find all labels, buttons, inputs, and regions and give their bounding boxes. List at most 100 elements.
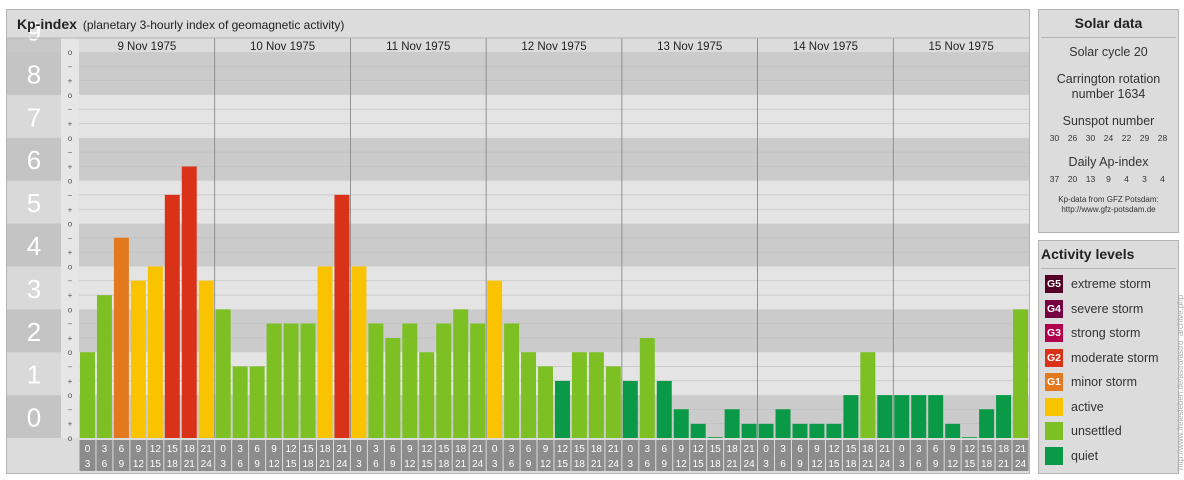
interval-start-label: 21 xyxy=(879,444,891,455)
ap-value: 37 xyxy=(1049,174,1060,184)
level-label: extreme storm xyxy=(1071,277,1151,292)
interval-end-label: 3 xyxy=(763,459,769,470)
level-swatch: G5 xyxy=(1045,275,1063,294)
level-swatch: G2 xyxy=(1045,348,1063,367)
kp-bar xyxy=(894,395,910,438)
interval-end-label: 24 xyxy=(201,459,213,470)
interval-start-label: 6 xyxy=(119,444,125,455)
kp-band xyxy=(79,180,1029,224)
carrington-line1: Carrington rotation xyxy=(1056,72,1161,86)
kp-bar xyxy=(419,352,435,438)
interval-start-label: 6 xyxy=(526,444,532,455)
y-minor-label: − xyxy=(68,62,73,71)
source-line2: http://www.gfz-potsdam.de xyxy=(1061,205,1156,214)
level-swatch xyxy=(1045,446,1063,465)
kp-bar xyxy=(334,194,350,438)
ap-values: 37 20 13 9 4 3 4 xyxy=(1039,174,1178,184)
kp-bar xyxy=(368,323,384,438)
kp-bar xyxy=(911,395,927,438)
interval-end-label: 21 xyxy=(862,459,874,470)
y-minor-label: + xyxy=(68,334,73,343)
y-minor-label: − xyxy=(68,105,73,114)
day-label: 13 Nov 1975 xyxy=(657,41,722,53)
interval-end-label: 3 xyxy=(899,459,905,470)
level-swatch: G1 xyxy=(1045,373,1063,392)
y-minor-label: o xyxy=(68,434,73,443)
ap-value: 4 xyxy=(1124,174,1129,184)
kp-bar xyxy=(300,323,316,438)
y-minor-label: − xyxy=(68,320,73,329)
interval-end-label: 9 xyxy=(390,459,396,470)
activity-levels-title: Activity levels xyxy=(1041,241,1176,269)
y-minor-label: o xyxy=(68,177,73,186)
interval-end-label: 18 xyxy=(167,459,179,470)
interval-start-label: 15 xyxy=(438,444,450,455)
kp-bar xyxy=(504,323,520,438)
interval-end-label: 12 xyxy=(947,459,959,470)
level-label: unsettled xyxy=(1071,424,1122,439)
kp-bar xyxy=(521,352,537,438)
interval-start-label: 9 xyxy=(543,444,549,455)
kp-chart: 0123456789o+−o+−o+−o+−o+−o+−o+−o+−o+−o 9 … xyxy=(7,17,1029,471)
level-severe-storm: G4 severe storm xyxy=(1039,297,1178,322)
interval-start-label: 0 xyxy=(899,444,905,455)
interval-start-label: 3 xyxy=(916,444,922,455)
interval-start-label: 0 xyxy=(356,444,362,455)
interval-end-label: 15 xyxy=(828,459,840,470)
level-swatch xyxy=(1045,397,1063,416)
interval-start-label: 12 xyxy=(828,444,840,455)
interval-start-label: 0 xyxy=(763,444,769,455)
level-swatch: G4 xyxy=(1045,299,1063,318)
chart-subtitle: (planetary 3-hourly index of geomagnetic… xyxy=(82,18,345,32)
interval-start-label: 9 xyxy=(271,444,277,455)
sunspot-value: 22 xyxy=(1121,133,1132,143)
interval-start-label: 18 xyxy=(727,444,739,455)
interval-end-label: 24 xyxy=(472,459,484,470)
solar-data-panel: Solar data Solar cycle 20 Carrington rot… xyxy=(1038,9,1179,233)
kp-bar xyxy=(470,323,486,438)
level-strong-storm: G3 strong storm xyxy=(1039,321,1178,346)
kp-bar xyxy=(1013,309,1028,438)
level-label: quiet xyxy=(1071,448,1099,463)
kp-bar xyxy=(317,266,333,438)
kp-chart-panel: 0 1 2 3 4 5 6 7 8 9 o + − o + − o + − o + − o + − o + − o + − o + − o + − o 9 … xyxy=(6,9,1030,474)
y-minor-label: − xyxy=(68,148,73,157)
interval-start-label: 15 xyxy=(710,444,722,455)
interval-start-label: 3 xyxy=(237,444,243,455)
interval-start-label: 18 xyxy=(319,444,331,455)
interval-end-label: 18 xyxy=(845,459,857,470)
kp-bar xyxy=(164,194,180,438)
y-major-label: 5 xyxy=(27,188,41,218)
level-unsettled: unsettled xyxy=(1039,419,1178,444)
day-label: 11 Nov 1975 xyxy=(386,41,450,53)
y-minor-label: − xyxy=(68,234,73,243)
kp-bar xyxy=(639,338,655,438)
day-label: 10 Nov 1975 xyxy=(250,41,315,53)
level-label: active xyxy=(1071,399,1104,414)
kp-bar xyxy=(588,352,604,438)
y-major-label: 7 xyxy=(27,102,41,132)
y-minor-label: o xyxy=(68,348,73,357)
interval-start-label: 12 xyxy=(557,444,569,455)
kp-band xyxy=(79,94,1029,138)
ap-value: 13 xyxy=(1085,174,1096,184)
interval-end-label: 24 xyxy=(744,459,756,470)
sunspot-value: 30 xyxy=(1085,133,1096,143)
interval-end-label: 12 xyxy=(540,459,552,470)
interval-start-label: 9 xyxy=(678,444,684,455)
interval-end-label: 12 xyxy=(676,459,688,470)
interval-start-label: 15 xyxy=(302,444,314,455)
kp-bar xyxy=(673,409,689,438)
interval-end-label: 21 xyxy=(184,459,196,470)
y-minor-label: o xyxy=(68,220,73,229)
y-minor-label: − xyxy=(68,277,73,286)
interval-start-label: 0 xyxy=(85,444,91,455)
level-label: strong storm xyxy=(1071,326,1141,341)
interval-start-label: 21 xyxy=(1015,444,1027,455)
y-minor-label: − xyxy=(68,363,73,372)
interval-end-label: 18 xyxy=(574,459,586,470)
y-minor-label: + xyxy=(68,162,73,171)
kp-bar xyxy=(860,352,876,438)
day-label: 12 Nov 1975 xyxy=(521,41,586,53)
interval-end-label: 18 xyxy=(710,459,722,470)
